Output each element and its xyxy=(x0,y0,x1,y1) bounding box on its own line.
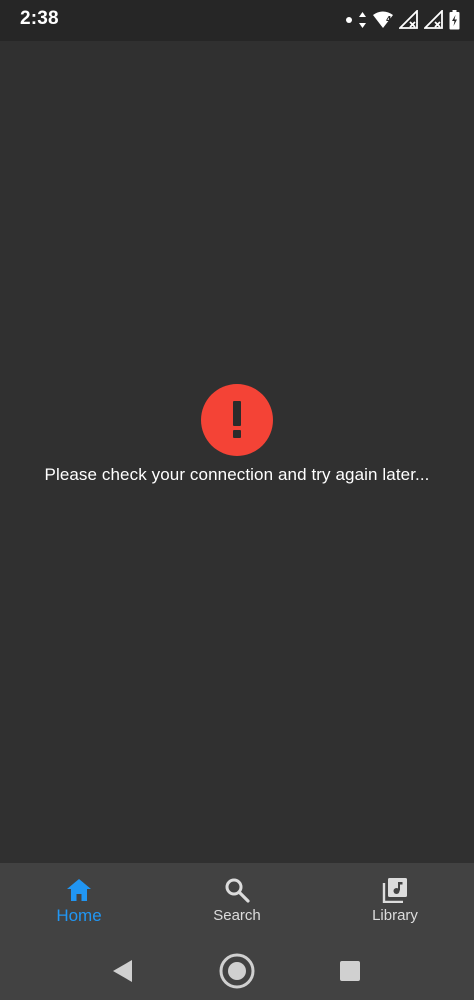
nav-item-library[interactable]: Library xyxy=(335,863,455,941)
nav-item-search[interactable]: Search xyxy=(177,863,297,941)
home-icon xyxy=(67,879,91,901)
nav-label-home: Home xyxy=(56,906,102,925)
recents-square-icon[interactable] xyxy=(328,949,372,993)
exclamation-icon xyxy=(233,401,241,438)
nav-label-library: Library xyxy=(372,907,418,924)
status-icons: 4 xyxy=(345,10,460,30)
error-message: Please check your connection and try aga… xyxy=(44,465,430,484)
status-time: 2:38 xyxy=(20,8,59,29)
notification-dot-icon xyxy=(346,17,352,23)
home-circle-icon[interactable] xyxy=(215,949,259,993)
signal-no-service-icon xyxy=(424,10,443,29)
nav-label-search: Search xyxy=(213,907,261,924)
search-icon xyxy=(225,878,250,903)
battery-charging-icon xyxy=(449,10,460,30)
system-navigation-bar xyxy=(0,941,474,1000)
library-icon xyxy=(382,878,407,903)
svg-text:4: 4 xyxy=(386,15,392,24)
back-triangle-icon[interactable] xyxy=(101,949,145,993)
data-arrows-icon xyxy=(359,12,366,28)
main-content: Please check your connection and try aga… xyxy=(0,41,474,863)
app-root: 2:38 4 Please check your connection and … xyxy=(0,0,474,1000)
wifi-icon: 4 xyxy=(373,11,393,28)
nav-item-home[interactable]: Home xyxy=(19,863,139,941)
bottom-navigation: Home Search Library xyxy=(0,863,474,941)
error-badge xyxy=(201,384,273,456)
status-bar: 2:38 4 xyxy=(0,0,474,41)
signal-no-service-icon xyxy=(399,10,418,29)
